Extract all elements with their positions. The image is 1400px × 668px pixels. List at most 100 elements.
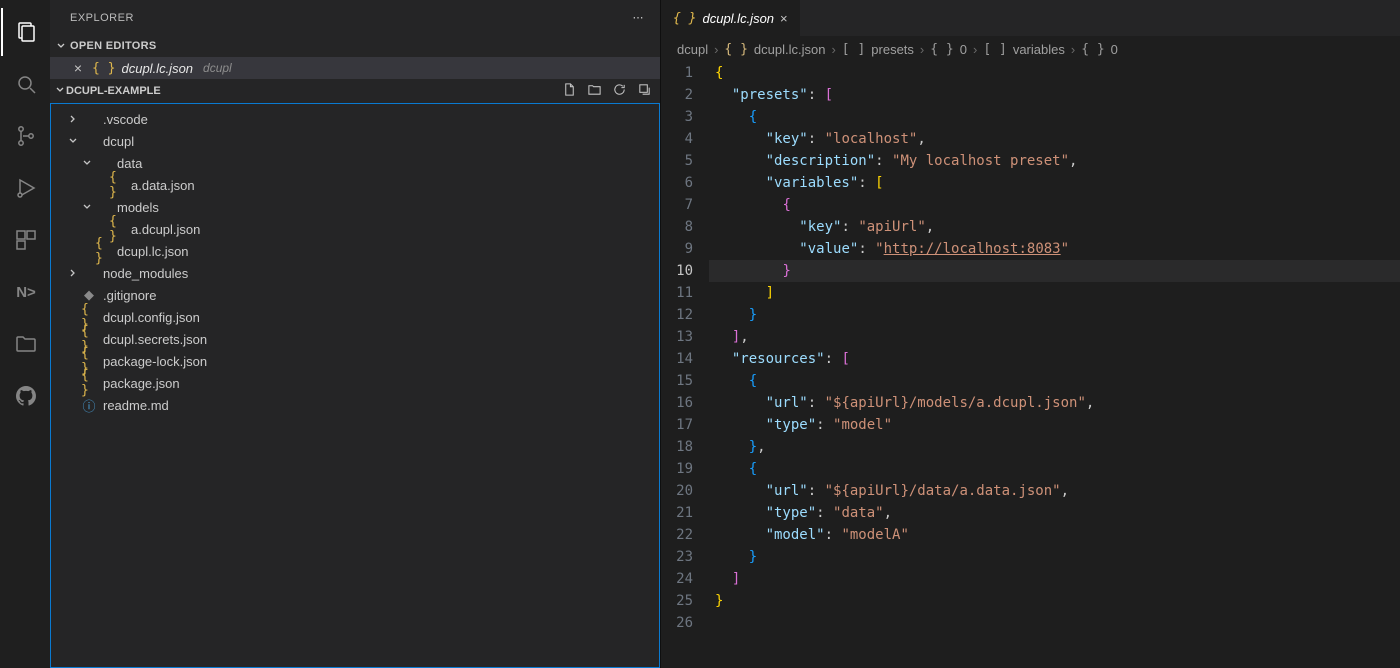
tree-file[interactable]: { }a.data.json [51,174,659,196]
editor-area: { } dcupl.lc.json × dcupl › { } dcupl.lc… [660,0,1400,668]
chevron-down-icon [65,135,81,147]
chevron-right-icon: › [920,42,924,57]
code-line[interactable]: "type": "model" [709,414,1400,436]
code-line[interactable]: "type": "data", [709,502,1400,524]
code-line[interactable]: } [709,260,1400,282]
code-line[interactable]: "description": "My localhost preset", [709,150,1400,172]
json-file-icon: { } [81,368,97,398]
project-actions [562,82,652,100]
chevron-down-icon [54,84,66,99]
code-line[interactable]: }, [709,436,1400,458]
activity-run-debug[interactable] [1,164,49,212]
tree-file[interactable]: { }package-lock.json [51,350,659,372]
json-file-icon: { } [724,42,747,57]
open-editor-item[interactable]: × { } dcupl.lc.json dcupl [50,57,660,79]
tree-item-label: readme.md [103,398,169,413]
open-editors-header[interactable]: OPEN EDITORS [50,35,660,57]
close-icon[interactable]: × [780,11,788,26]
json-file-icon: { } [109,214,125,244]
sidebar-more-icon[interactable]: ⋯ [633,11,645,24]
editor-tabs: { } dcupl.lc.json × [661,0,1400,36]
tree-file[interactable]: ◆.gitignore [51,284,659,306]
code-line[interactable]: ] [709,282,1400,304]
json-file-icon: { } [673,11,696,26]
code-line[interactable]: { [709,106,1400,128]
new-file-icon[interactable] [562,82,577,100]
chevron-down-icon [79,157,95,169]
tree-item-label: data [117,156,142,171]
code-line[interactable]: "key": "localhost", [709,128,1400,150]
code-line[interactable]: { [709,194,1400,216]
code-line[interactable]: "presets": [ [709,84,1400,106]
tree-folder[interactable]: data [51,152,659,174]
activity-explorer[interactable] [1,8,49,56]
code-body[interactable]: { "presets": [ { "key": "localhost", "de… [709,62,1400,634]
activity-extensions[interactable] [1,216,49,264]
chevron-right-icon: › [1071,42,1075,57]
chevron-down-icon [54,39,68,53]
chevron-right-icon: › [831,42,835,57]
array-icon: [ ] [983,42,1006,57]
tree-item-label: a.data.json [131,178,195,193]
code-line[interactable]: ] [709,568,1400,590]
activity-source-control[interactable] [1,112,49,160]
code-line[interactable]: { [709,458,1400,480]
info-file-icon: ⓘ [81,396,97,415]
code-line[interactable]: } [709,304,1400,326]
chevron-right-icon: › [714,42,718,57]
json-file-icon: { } [109,170,125,200]
tree-item-label: dcupl [103,134,134,149]
activity-nx[interactable]: N> [1,268,49,316]
code-line[interactable]: } [709,546,1400,568]
breadcrumb[interactable]: dcupl › { } dcupl.lc.json › [ ] presets … [661,36,1400,62]
tree-folder[interactable]: .vscode [51,108,659,130]
project-header[interactable]: DCUPL-EXAMPLE [50,79,660,103]
tree-file[interactable]: { }dcupl.config.json [51,306,659,328]
chevron-down-icon [79,201,95,213]
json-file-icon: { } [95,236,111,266]
code-line[interactable]: "value": "http://localhost:8083" [709,238,1400,260]
chevron-right-icon [65,113,81,125]
code-line[interactable]: "key": "apiUrl", [709,216,1400,238]
tree-folder[interactable]: node_modules [51,262,659,284]
object-icon: { } [930,42,953,57]
code-line[interactable]: "variables": [ [709,172,1400,194]
new-folder-icon[interactable] [587,82,602,100]
activity-folder-icon[interactable] [1,320,49,368]
tree-file[interactable]: ⓘ readme.md [51,394,659,416]
line-gutter: 1234567891011121314151617181920212223242… [661,62,709,634]
code-line[interactable]: { [709,370,1400,392]
chevron-right-icon [65,267,81,279]
tree-file[interactable]: { }a.dcupl.json [51,218,659,240]
refresh-icon[interactable] [612,82,627,100]
array-icon: [ ] [842,42,865,57]
code-line[interactable]: ], [709,326,1400,348]
tree-file[interactable]: { }dcupl.secrets.json [51,328,659,350]
tree-item-label: node_modules [103,266,188,281]
collapse-all-icon[interactable] [637,82,652,100]
activity-search[interactable] [1,60,49,108]
tree-folder[interactable]: models [51,196,659,218]
tree-item-label: dcupl.lc.json [117,244,189,259]
close-icon[interactable]: × [70,60,86,76]
tree-file[interactable]: { }package.json [51,372,659,394]
code-line[interactable]: } [709,590,1400,612]
chevron-right-icon: › [973,42,977,57]
code-line[interactable]: "resources": [ [709,348,1400,370]
code-line[interactable]: "url": "${apiUrl}/data/a.data.json", [709,480,1400,502]
tree-item-label: package.json [103,376,180,391]
json-file-icon: { } [92,61,115,76]
code-line[interactable]: "model": "modelA" [709,524,1400,546]
code-line[interactable]: "url": "${apiUrl}/models/a.dcupl.json", [709,392,1400,414]
activity-github-icon[interactable] [1,372,49,420]
code-line[interactable]: { [709,62,1400,84]
tree-item-label: package-lock.json [103,354,207,369]
tree-folder[interactable]: dcupl [51,130,659,152]
tree-item-label: .gitignore [103,288,156,303]
code-line[interactable] [709,612,1400,634]
tree-item-label: a.dcupl.json [131,222,200,237]
tree-file[interactable]: { }dcupl.lc.json [51,240,659,262]
code-editor[interactable]: 1234567891011121314151617181920212223242… [661,62,1400,634]
sidebar: EXPLORER ⋯ OPEN EDITORS × { } dcupl.lc.j… [50,0,660,668]
editor-tab[interactable]: { } dcupl.lc.json × [661,0,801,36]
